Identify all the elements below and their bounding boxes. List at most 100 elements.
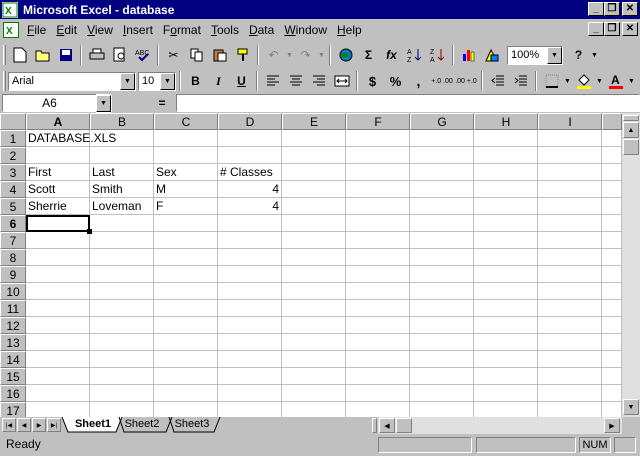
cell-f16[interactable]: [346, 385, 410, 402]
cell-i13[interactable]: [538, 334, 602, 351]
edit-formula-button[interactable]: =: [150, 96, 174, 110]
doc-minimize-button[interactable]: _: [588, 22, 604, 36]
cell-f11[interactable]: [346, 300, 410, 317]
excel-app-icon[interactable]: X: [2, 1, 18, 18]
row-header-12[interactable]: 12: [0, 317, 26, 334]
cell-d1[interactable]: [218, 130, 282, 147]
cell-e14[interactable]: [282, 351, 346, 368]
cell-g6[interactable]: [410, 215, 474, 232]
cut-icon[interactable]: ✂: [162, 44, 185, 66]
scroll-thumb[interactable]: [623, 139, 639, 155]
save-icon[interactable]: [54, 44, 77, 66]
cell-b13[interactable]: [90, 334, 154, 351]
cell-c8[interactable]: [154, 249, 218, 266]
worksheet-grid[interactable]: A B C D E F G H I 1 DATABASE.XLS 2 3 First Last Sex # Cl…: [0, 113, 622, 417]
redo-icon[interactable]: ↷: [294, 44, 317, 66]
restore-button[interactable]: ❐: [604, 2, 620, 16]
align-right-icon[interactable]: [307, 70, 330, 92]
cell-a11[interactable]: [26, 300, 90, 317]
underline-button[interactable]: U: [230, 70, 253, 92]
cell-i11[interactable]: [538, 300, 602, 317]
print-icon[interactable]: [85, 44, 108, 66]
cell-d14[interactable]: [218, 351, 282, 368]
hscroll-thumb[interactable]: [396, 418, 412, 433]
cell-b8[interactable]: [90, 249, 154, 266]
menu-window[interactable]: Window: [279, 23, 332, 37]
row-header-10[interactable]: 10: [0, 283, 26, 300]
cell-e16[interactable]: [282, 385, 346, 402]
cell-a16[interactable]: [26, 385, 90, 402]
chart-wizard-icon[interactable]: [457, 44, 480, 66]
minimize-button[interactable]: _: [588, 2, 604, 16]
row-header-14[interactable]: 14: [0, 351, 26, 368]
cell-a7[interactable]: [26, 232, 90, 249]
cell-e2[interactable]: [282, 147, 346, 164]
sort-ascending-icon[interactable]: AZ: [403, 44, 426, 66]
cell-c17[interactable]: [154, 402, 218, 417]
cell-b5[interactable]: Loveman: [90, 198, 154, 215]
cell-i5[interactable]: [538, 198, 602, 215]
cell-partial[interactable]: [602, 300, 622, 317]
cell-partial[interactable]: [602, 215, 622, 232]
cell-partial[interactable]: [602, 402, 622, 417]
drawing-icon[interactable]: [480, 44, 503, 66]
cell-i12[interactable]: [538, 317, 602, 334]
select-all-corner[interactable]: [0, 113, 26, 130]
cell-c6[interactable]: [154, 215, 218, 232]
cell-d3[interactable]: # Classes: [218, 164, 282, 181]
cell-b14[interactable]: [90, 351, 154, 368]
cell-c14[interactable]: [154, 351, 218, 368]
cell-f8[interactable]: [346, 249, 410, 266]
cell-f4[interactable]: [346, 181, 410, 198]
cell-a10[interactable]: [26, 283, 90, 300]
cell-e7[interactable]: [282, 232, 346, 249]
cell-partial[interactable]: [602, 385, 622, 402]
italic-button[interactable]: I: [207, 70, 230, 92]
formula-input[interactable]: [176, 94, 640, 112]
row-header-7[interactable]: 7: [0, 232, 26, 249]
cell-i16[interactable]: [538, 385, 602, 402]
cell-f6[interactable]: [346, 215, 410, 232]
cell-g13[interactable]: [410, 334, 474, 351]
cell-h10[interactable]: [474, 283, 538, 300]
cell-f2[interactable]: [346, 147, 410, 164]
cell-d6[interactable]: [218, 215, 282, 232]
cell-i14[interactable]: [538, 351, 602, 368]
cell-g1[interactable]: [410, 130, 474, 147]
column-header-g[interactable]: G: [410, 113, 474, 130]
cell-g15[interactable]: [410, 368, 474, 385]
cell-i9[interactable]: [538, 266, 602, 283]
cell-partial[interactable]: [602, 334, 622, 351]
cell-d16[interactable]: [218, 385, 282, 402]
cell-a15[interactable]: [26, 368, 90, 385]
help-icon[interactable]: ?: [567, 44, 590, 66]
cell-c7[interactable]: [154, 232, 218, 249]
cell-a12[interactable]: [26, 317, 90, 334]
cell-partial[interactable]: [602, 266, 622, 283]
row-header-13[interactable]: 13: [0, 334, 26, 351]
scroll-right-button[interactable]: ▶: [604, 418, 620, 433]
cell-h5[interactable]: [474, 198, 538, 215]
cell-d9[interactable]: [218, 266, 282, 283]
currency-button[interactable]: $: [361, 70, 384, 92]
redo-dropdown-icon[interactable]: ▼: [317, 52, 326, 59]
web-icon[interactable]: [334, 44, 357, 66]
cell-e12[interactable]: [282, 317, 346, 334]
cell-d5[interactable]: 4: [218, 198, 282, 215]
cell-a2[interactable]: [26, 147, 90, 164]
column-header-d[interactable]: D: [218, 113, 282, 130]
menu-insert[interactable]: Insert: [118, 23, 158, 37]
copy-icon[interactable]: [185, 44, 208, 66]
cell-i3[interactable]: [538, 164, 602, 181]
cell-c2[interactable]: [154, 147, 218, 164]
cell-g2[interactable]: [410, 147, 474, 164]
cell-d4[interactable]: 4: [218, 181, 282, 198]
cell-f5[interactable]: [346, 198, 410, 215]
cell-partial[interactable]: [602, 147, 622, 164]
cell-h8[interactable]: [474, 249, 538, 266]
cell-f15[interactable]: [346, 368, 410, 385]
increase-indent-icon[interactable]: [509, 70, 532, 92]
cell-g9[interactable]: [410, 266, 474, 283]
help-dropdown-icon[interactable]: ▼: [590, 52, 599, 59]
print-preview-icon[interactable]: [108, 44, 131, 66]
